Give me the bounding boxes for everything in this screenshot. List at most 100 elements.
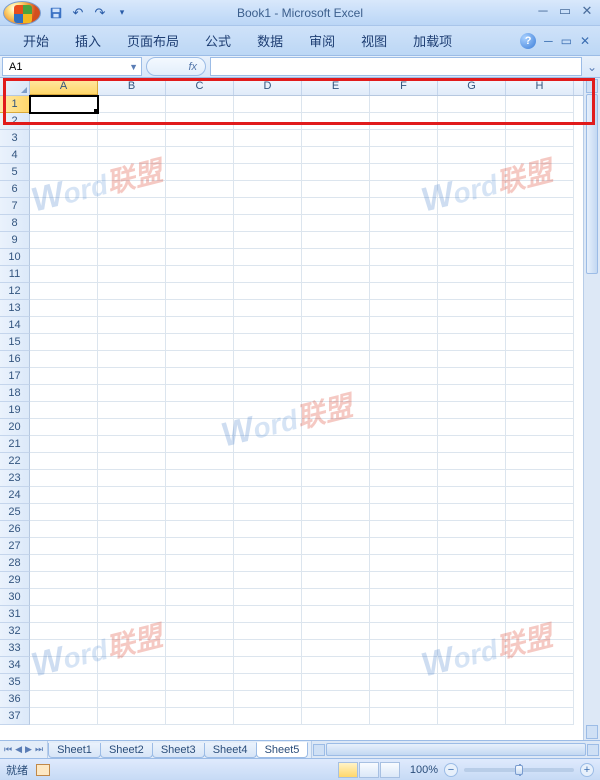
cell-F23[interactable] <box>370 470 438 487</box>
cell-A6[interactable] <box>30 181 98 198</box>
cell-C16[interactable] <box>166 351 234 368</box>
cell-G32[interactable] <box>438 623 506 640</box>
cell-G19[interactable] <box>438 402 506 419</box>
cell-C25[interactable] <box>166 504 234 521</box>
cell-E35[interactable] <box>302 674 370 691</box>
row-header-2[interactable]: 2 <box>0 113 30 130</box>
cell-D21[interactable] <box>234 436 302 453</box>
cell-B9[interactable] <box>98 232 166 249</box>
sheet-tab-sheet2[interactable]: Sheet2 <box>100 743 153 758</box>
cell-G31[interactable] <box>438 606 506 623</box>
cell-C9[interactable] <box>166 232 234 249</box>
cell-G33[interactable] <box>438 640 506 657</box>
cell-E9[interactable] <box>302 232 370 249</box>
column-header-G[interactable]: G <box>438 78 506 95</box>
cell-C4[interactable] <box>166 147 234 164</box>
row-header-36[interactable]: 36 <box>0 691 30 708</box>
cell-D5[interactable] <box>234 164 302 181</box>
cell-B14[interactable] <box>98 317 166 334</box>
cell-G13[interactable] <box>438 300 506 317</box>
cell-B35[interactable] <box>98 674 166 691</box>
row-header-28[interactable]: 28 <box>0 555 30 572</box>
cell-C21[interactable] <box>166 436 234 453</box>
cell-D15[interactable] <box>234 334 302 351</box>
cell-F2[interactable] <box>370 113 438 130</box>
cell-D1[interactable] <box>234 96 302 113</box>
cell-D34[interactable] <box>234 657 302 674</box>
cell-D33[interactable] <box>234 640 302 657</box>
cell-D12[interactable] <box>234 283 302 300</box>
row-header-37[interactable]: 37 <box>0 708 30 725</box>
cell-B1[interactable] <box>98 96 166 113</box>
cell-D37[interactable] <box>234 708 302 725</box>
cell-E28[interactable] <box>302 555 370 572</box>
cell-H15[interactable] <box>506 334 574 351</box>
cell-H35[interactable] <box>506 674 574 691</box>
cell-H34[interactable] <box>506 657 574 674</box>
cell-F33[interactable] <box>370 640 438 657</box>
cell-C14[interactable] <box>166 317 234 334</box>
cell-C10[interactable] <box>166 249 234 266</box>
column-header-H[interactable]: H <box>506 78 574 95</box>
row-header-16[interactable]: 16 <box>0 351 30 368</box>
cell-F9[interactable] <box>370 232 438 249</box>
cell-B13[interactable] <box>98 300 166 317</box>
row-header-15[interactable]: 15 <box>0 334 30 351</box>
macro-record-icon[interactable] <box>36 764 50 776</box>
cell-A22[interactable] <box>30 453 98 470</box>
cell-H20[interactable] <box>506 419 574 436</box>
cell-E11[interactable] <box>302 266 370 283</box>
cell-D19[interactable] <box>234 402 302 419</box>
cell-G3[interactable] <box>438 130 506 147</box>
row-header-8[interactable]: 8 <box>0 215 30 232</box>
cell-B8[interactable] <box>98 215 166 232</box>
cell-C6[interactable] <box>166 181 234 198</box>
tab-insert[interactable]: 插入 <box>62 27 114 54</box>
cell-G37[interactable] <box>438 708 506 725</box>
cell-C36[interactable] <box>166 691 234 708</box>
cell-D32[interactable] <box>234 623 302 640</box>
cell-F29[interactable] <box>370 572 438 589</box>
cell-E24[interactable] <box>302 487 370 504</box>
row-header-3[interactable]: 3 <box>0 130 30 147</box>
cell-F1[interactable] <box>370 96 438 113</box>
cell-E36[interactable] <box>302 691 370 708</box>
cell-C26[interactable] <box>166 521 234 538</box>
cell-F4[interactable] <box>370 147 438 164</box>
cell-F6[interactable] <box>370 181 438 198</box>
row-header-20[interactable]: 20 <box>0 419 30 436</box>
zoom-level[interactable]: 100% <box>410 764 438 776</box>
row-header-7[interactable]: 7 <box>0 198 30 215</box>
column-header-B[interactable]: B <box>98 78 166 95</box>
cell-D23[interactable] <box>234 470 302 487</box>
cell-C30[interactable] <box>166 589 234 606</box>
cell-G15[interactable] <box>438 334 506 351</box>
cell-H8[interactable] <box>506 215 574 232</box>
cell-A19[interactable] <box>30 402 98 419</box>
cell-B22[interactable] <box>98 453 166 470</box>
cell-E33[interactable] <box>302 640 370 657</box>
cell-D6[interactable] <box>234 181 302 198</box>
cell-H19[interactable] <box>506 402 574 419</box>
cell-H10[interactable] <box>506 249 574 266</box>
formula-bar-expand-icon[interactable]: ⌄ <box>584 56 600 77</box>
cell-H37[interactable] <box>506 708 574 725</box>
cell-D10[interactable] <box>234 249 302 266</box>
horizontal-scrollbar[interactable] <box>311 741 600 758</box>
cell-E1[interactable] <box>302 96 370 113</box>
cell-D22[interactable] <box>234 453 302 470</box>
cell-C2[interactable] <box>166 113 234 130</box>
cell-A12[interactable] <box>30 283 98 300</box>
cell-D11[interactable] <box>234 266 302 283</box>
cell-G18[interactable] <box>438 385 506 402</box>
cell-A31[interactable] <box>30 606 98 623</box>
cell-G30[interactable] <box>438 589 506 606</box>
cell-A30[interactable] <box>30 589 98 606</box>
cell-E18[interactable] <box>302 385 370 402</box>
cell-C29[interactable] <box>166 572 234 589</box>
cell-A13[interactable] <box>30 300 98 317</box>
row-header-21[interactable]: 21 <box>0 436 30 453</box>
cell-D3[interactable] <box>234 130 302 147</box>
cell-D8[interactable] <box>234 215 302 232</box>
cell-F27[interactable] <box>370 538 438 555</box>
